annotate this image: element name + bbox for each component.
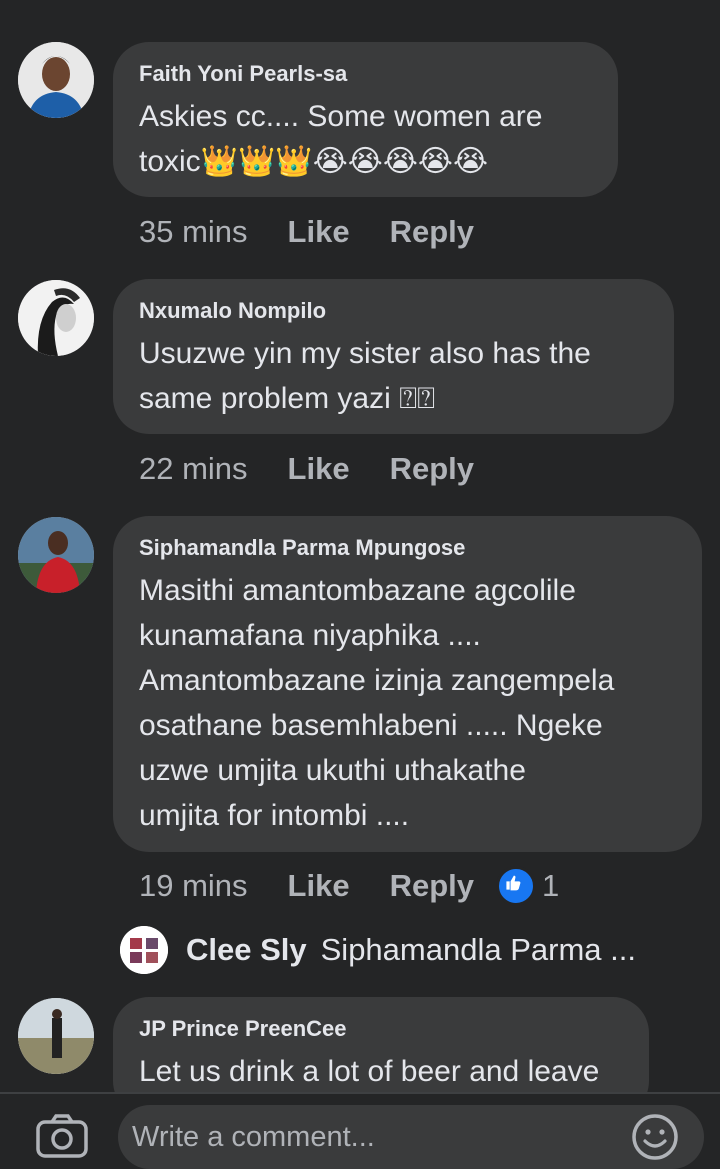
comment-time[interactable]: 35 mins xyxy=(139,214,248,250)
smiley-icon[interactable] xyxy=(630,1112,680,1162)
comment-bubble: Faith Yoni Pearls-sa Askies cc.... Some … xyxy=(113,42,618,197)
comment-author[interactable]: Nxumalo Nompilo xyxy=(139,297,648,325)
comment-text: Askies cc.... Some women are toxic👑👑👑😭😭😭… xyxy=(139,100,543,178)
reaction-count[interactable]: 1 xyxy=(542,868,559,904)
camera-icon[interactable] xyxy=(36,1114,88,1158)
comment-time[interactable]: 19 mins xyxy=(139,868,248,904)
comment-composer xyxy=(0,1092,720,1169)
reply-avatar[interactable] xyxy=(120,926,168,974)
like-button[interactable]: Like xyxy=(288,451,350,487)
comment-input[interactable] xyxy=(118,1105,704,1169)
comment-bubble: Siphamandla Parma Mpungose Masithi amant… xyxy=(113,516,702,852)
avatar-photo xyxy=(120,926,168,974)
reply-author[interactable]: Clee Sly xyxy=(186,932,307,968)
comment-author[interactable]: Siphamandla Parma Mpungose xyxy=(139,534,676,562)
reply-button[interactable]: Reply xyxy=(390,451,474,487)
comment-text: Usuzwe yin my sister also has the same p… xyxy=(139,337,591,415)
comment-actions: 35 mins Like Reply xyxy=(139,210,474,254)
comment-actions: 19 mins Like Reply 1 xyxy=(139,864,559,908)
comment-author[interactable]: JP Prince PreenCee xyxy=(139,1015,623,1043)
like-button[interactable]: Like xyxy=(288,214,350,250)
comment-actions: 22 mins Like Reply xyxy=(139,447,474,491)
avatar-photo xyxy=(18,42,94,118)
reply-button[interactable]: Reply xyxy=(390,214,474,250)
reply-text: Siphamandla Parma ... xyxy=(320,932,636,967)
avatar[interactable] xyxy=(18,517,94,593)
avatar[interactable] xyxy=(18,998,94,1074)
comment-author[interactable]: Faith Yoni Pearls-sa xyxy=(139,60,592,88)
like-thumb-icon[interactable] xyxy=(496,866,536,906)
comment-time[interactable]: 22 mins xyxy=(139,451,248,487)
reply-button[interactable]: Reply xyxy=(390,868,474,904)
comment-text: Let us drink a lot of beer and leave xyxy=(139,1055,600,1088)
avatar-photo xyxy=(18,998,94,1074)
comment-bubble: Nxumalo Nompilo Usuzwe yin my sister als… xyxy=(113,279,674,434)
reply-preview[interactable]: Clee Sly Siphamandla Parma ... xyxy=(120,922,636,978)
avatar[interactable] xyxy=(18,42,94,118)
avatar-photo xyxy=(18,280,94,356)
avatar[interactable] xyxy=(18,280,94,356)
avatar-photo xyxy=(18,517,94,593)
like-button[interactable]: Like xyxy=(288,868,350,904)
comment-text: Masithi amantombazane agcolile kunamafan… xyxy=(139,574,615,832)
